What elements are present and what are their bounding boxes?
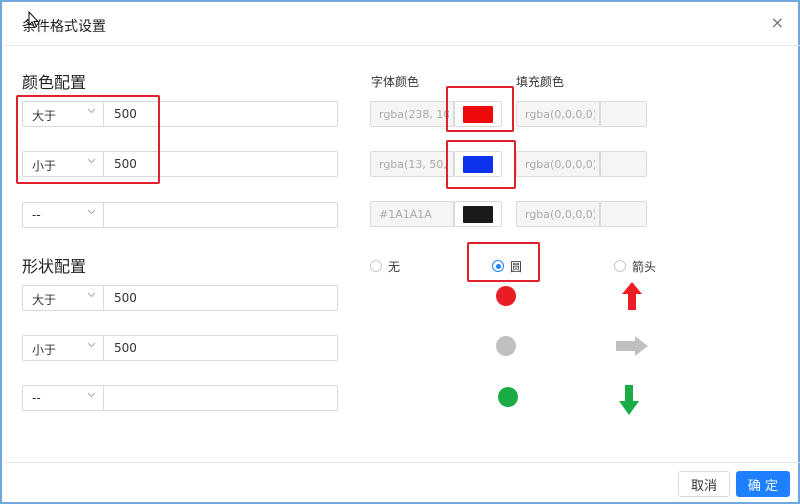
radio-checked-icon <box>492 260 504 272</box>
fill-color-input[interactable]: rgba(0,0,0,0) <box>516 151 600 177</box>
cancel-button[interactable]: 取消 <box>678 471 730 497</box>
font-color-picker[interactable] <box>454 101 502 127</box>
chevron-down-icon <box>87 292 96 300</box>
color-swatch <box>463 156 493 173</box>
operator-value: 小于 <box>32 343 57 357</box>
shape-value-input[interactable] <box>104 385 338 411</box>
fill-color-input[interactable]: rgba(0,0,0,0) <box>516 201 600 227</box>
shape-operator-select[interactable]: 大于 <box>22 285 104 311</box>
input-value: 500 <box>114 341 137 355</box>
shape-operator-select[interactable]: 小于 <box>22 335 104 361</box>
arrow-up-icon <box>622 282 642 310</box>
mouse-cursor-icon <box>28 11 40 29</box>
color-value-input[interactable]: 500 <box>104 101 338 127</box>
font-color-picker[interactable] <box>454 151 502 177</box>
green-circle-icon <box>498 387 518 407</box>
fill-color-input[interactable]: rgba(0,0,0,0) <box>516 101 600 127</box>
radio-label: 圆 <box>510 259 523 274</box>
operator-value: -- <box>32 208 41 222</box>
radio-circle-icon <box>614 260 626 272</box>
color-value-input[interactable] <box>104 202 338 228</box>
chevron-down-icon <box>87 342 96 350</box>
color-operator-select[interactable]: -- <box>22 202 104 228</box>
color-swatch <box>463 206 493 223</box>
radio-shape-arrow[interactable]: 箭头 <box>614 258 656 274</box>
color-config-heading: 颜色配置 <box>22 73 87 92</box>
chevron-down-icon <box>87 209 96 217</box>
chevron-down-icon <box>87 392 96 400</box>
dialog-header: 条件格式设置 × <box>4 4 800 46</box>
input-value: 500 <box>114 157 137 171</box>
operator-value: 大于 <box>32 109 57 123</box>
color-operator-select[interactable]: 小于 <box>22 151 104 177</box>
red-circle-icon <box>496 286 516 306</box>
chevron-down-icon <box>87 108 96 116</box>
color-text: rgba(13, 50, <box>379 158 447 171</box>
radio-label: 箭头 <box>632 259 657 274</box>
fill-color-picker[interactable] <box>600 101 647 127</box>
font-color-input[interactable]: #1A1A1A <box>370 201 454 227</box>
gray-circle-icon <box>496 336 516 356</box>
font-color-label: 字体颜色 <box>371 75 420 89</box>
font-color-picker[interactable] <box>454 201 502 227</box>
arrow-right-icon <box>616 336 648 356</box>
shape-value-input[interactable]: 500 <box>104 335 338 361</box>
arrow-down-icon <box>619 385 639 415</box>
color-text: rgba(0,0,0,0) <box>525 108 595 121</box>
input-value: 500 <box>114 107 137 121</box>
color-swatch <box>463 106 493 123</box>
operator-value: -- <box>32 391 41 405</box>
color-text: rgba(0,0,0,0) <box>525 158 595 171</box>
dialog-footer: 取消 确 定 <box>4 462 800 504</box>
chevron-down-icon <box>87 158 96 166</box>
close-icon[interactable]: × <box>771 13 784 32</box>
input-value: 500 <box>114 291 137 305</box>
color-value-input[interactable]: 500 <box>104 151 338 177</box>
radio-shape-none[interactable]: 无 <box>370 258 400 274</box>
fill-color-label: 填充颜色 <box>516 75 565 89</box>
shape-value-input[interactable]: 500 <box>104 285 338 311</box>
ok-button[interactable]: 确 定 <box>736 471 790 497</box>
font-color-input[interactable]: rgba(238, 10 <box>370 101 454 127</box>
radio-shape-circle[interactable]: 圆 <box>492 258 522 274</box>
dialog-window: 条件格式设置 × 颜色配置 字体颜色 填充颜色 大于 500 rgba(238,… <box>0 0 800 504</box>
color-text: rgba(0,0,0,0) <box>525 208 595 221</box>
radio-label: 无 <box>388 259 401 274</box>
color-text: rgba(238, 10 <box>379 108 449 121</box>
operator-value: 大于 <box>32 293 57 307</box>
operator-value: 小于 <box>32 159 57 173</box>
radio-circle-icon <box>370 260 382 272</box>
fill-color-picker[interactable] <box>600 151 647 177</box>
shape-config-heading: 形状配置 <box>22 257 87 276</box>
font-color-input[interactable]: rgba(13, 50, <box>370 151 454 177</box>
shape-operator-select[interactable]: -- <box>22 385 104 411</box>
fill-color-picker[interactable] <box>600 201 647 227</box>
color-text: #1A1A1A <box>379 208 432 221</box>
color-operator-select[interactable]: 大于 <box>22 101 104 127</box>
